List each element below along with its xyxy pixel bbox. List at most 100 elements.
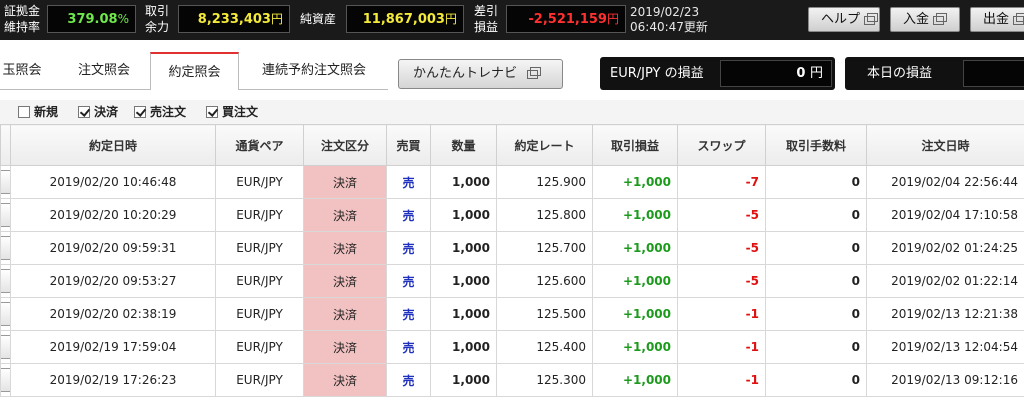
open-window-icon xyxy=(527,67,542,79)
order-type-cell: 決済 xyxy=(303,264,387,298)
row-select-button[interactable] xyxy=(1,368,10,392)
pl-cell: +1,000 xyxy=(592,231,678,265)
row-select-cell[interactable] xyxy=(0,231,11,265)
filter-row: 新規 決済 売注文 買注文 xyxy=(0,100,1024,124)
table-row[interactable]: 2019/02/20 09:53:27 EUR/JPY 決済売 1,000 125.60… xyxy=(0,264,1024,298)
filter-sell-orders[interactable]: 売注文 xyxy=(134,105,186,119)
col-order-type[interactable]: 注文区分 xyxy=(303,124,387,166)
row-select-button[interactable] xyxy=(1,236,10,260)
trading-capacity-metric: 取引 余力 8,233,403円 xyxy=(141,0,291,40)
table-row[interactable]: 2019/02/20 10:46:48 EUR/JPY 決済売 1,000 125.90… xyxy=(0,165,1024,199)
exec-time-cell: 2019/02/20 02:38:19 xyxy=(10,297,216,331)
withdraw-button[interactable]: 出金 xyxy=(970,7,1024,32)
rate-cell: 125.900 xyxy=(496,165,593,199)
net-pl-value: -2,521,159円 xyxy=(506,5,626,33)
fee-cell: 0 xyxy=(765,297,867,331)
pair-cell: EUR/JPY xyxy=(215,165,304,199)
table-row[interactable]: 2019/02/20 10:20:29 EUR/JPY 決済売 1,000 125.80… xyxy=(0,198,1024,232)
pair-cell: EUR/JPY xyxy=(215,363,304,397)
tab-orders[interactable]: 注文照会 xyxy=(68,52,140,90)
tab-executions[interactable]: 約定照会 xyxy=(150,52,239,90)
pair-pl-box: EUR/JPY の損益 0 円 xyxy=(600,57,835,90)
table-row[interactable]: 2019/02/19 17:26:23 EUR/JPY 決済売 1,000 125.30… xyxy=(0,363,1024,397)
net-assets-value: 11,867,003円 xyxy=(346,5,464,33)
order-type-cell: 決済 xyxy=(303,330,387,364)
row-select-button[interactable] xyxy=(1,335,10,359)
swap-cell: -1 xyxy=(677,363,766,397)
update-timestamp: 2019/02/23 06:40:47更新 xyxy=(630,5,708,34)
row-select-cell[interactable] xyxy=(0,330,11,364)
qty-cell: 1,000 xyxy=(430,330,497,364)
order-type-cell: 決済 xyxy=(303,297,387,331)
open-window-icon xyxy=(933,13,948,25)
col-side[interactable]: 売買 xyxy=(386,124,431,166)
col-fee[interactable]: 取引手数料 xyxy=(765,124,867,166)
checkbox-unchecked-icon[interactable] xyxy=(18,106,30,118)
order-type-cell: 決済 xyxy=(303,231,387,265)
today-pl-box: 本日の損益 xyxy=(845,57,1024,90)
col-order-time[interactable]: 注文日時 xyxy=(866,124,1024,166)
swap-cell: -7 xyxy=(677,165,766,199)
side-cell: 売 xyxy=(386,363,431,397)
fee-cell: 0 xyxy=(765,198,867,232)
order-type-cell: 決済 xyxy=(303,198,387,232)
row-select-button[interactable] xyxy=(1,269,10,293)
fee-cell: 0 xyxy=(765,264,867,298)
side-cell: 売 xyxy=(386,264,431,298)
filter-buy-orders[interactable]: 買注文 xyxy=(206,105,258,119)
table-row[interactable]: 2019/02/20 09:59:31 EUR/JPY 決済売 1,000 125.70… xyxy=(0,231,1024,265)
col-pair[interactable]: 通貨ペア xyxy=(215,124,304,166)
table-row[interactable]: 2019/02/19 17:59:04 EUR/JPY 決済売 1,000 125.40… xyxy=(0,330,1024,364)
net-pl-metric: 差引 損益 -2,521,159円 xyxy=(470,0,628,40)
swap-cell: -1 xyxy=(677,297,766,331)
order-time-cell: 2019/02/04 22:56:44 xyxy=(866,165,1024,199)
pair-cell: EUR/JPY xyxy=(215,330,304,364)
order-time-cell: 2019/02/13 09:12:16 xyxy=(866,363,1024,397)
col-exec-time[interactable]: 約定日時 xyxy=(10,124,216,166)
checkbox-checked-icon[interactable] xyxy=(206,106,218,118)
filter-new[interactable]: 新規 xyxy=(18,105,58,119)
col-swap[interactable]: スワップ xyxy=(677,124,766,166)
net-assets-label: 純資産 xyxy=(300,12,337,26)
pl-cell: +1,000 xyxy=(592,198,678,232)
row-select-button[interactable] xyxy=(1,203,10,227)
checkbox-checked-icon[interactable] xyxy=(134,106,146,118)
row-select-cell[interactable] xyxy=(0,198,11,232)
row-select-cell[interactable] xyxy=(0,363,11,397)
table-row[interactable]: 2019/02/20 02:38:19 EUR/JPY 決済売 1,000 125.50… xyxy=(0,297,1024,331)
exec-time-cell: 2019/02/20 09:59:31 xyxy=(10,231,216,265)
exec-time-cell: 2019/02/19 17:26:23 xyxy=(10,363,216,397)
exec-time-cell: 2019/02/20 10:20:29 xyxy=(10,198,216,232)
trading-capacity-label: 取引 余力 xyxy=(145,4,170,34)
easy-trainavi-button[interactable]: かんたんトレナビ xyxy=(398,59,563,89)
tab-row: 玉照会 注文照会 約定照会 連続予約注文照会 かんたんトレナビ EUR/JPY … xyxy=(0,40,1024,100)
tab-positions[interactable]: 玉照会 xyxy=(0,52,52,90)
tab-sequential-orders[interactable]: 連続予約注文照会 xyxy=(252,52,376,90)
help-button[interactable]: ヘルプ xyxy=(808,7,880,32)
rate-cell: 125.700 xyxy=(496,231,593,265)
order-time-cell: 2019/02/13 12:21:38 xyxy=(866,297,1024,331)
col-select xyxy=(0,124,11,166)
side-cell: 売 xyxy=(386,198,431,232)
qty-cell: 1,000 xyxy=(430,264,497,298)
order-type-cell: 決済 xyxy=(303,363,387,397)
col-qty[interactable]: 数量 xyxy=(430,124,497,166)
filter-settlement[interactable]: 決済 xyxy=(78,105,118,119)
pair-cell: EUR/JPY xyxy=(215,297,304,331)
pl-cell: +1,000 xyxy=(592,165,678,199)
pl-cell: +1,000 xyxy=(592,264,678,298)
col-rate[interactable]: 約定レート xyxy=(496,124,593,166)
row-select-cell[interactable] xyxy=(0,165,11,199)
row-select-button[interactable] xyxy=(1,170,10,194)
qty-cell: 1,000 xyxy=(430,363,497,397)
qty-cell: 1,000 xyxy=(430,231,497,265)
fee-cell: 0 xyxy=(765,330,867,364)
checkbox-checked-icon[interactable] xyxy=(78,106,90,118)
qty-cell: 1,000 xyxy=(430,297,497,331)
swap-cell: -5 xyxy=(677,264,766,298)
row-select-cell[interactable] xyxy=(0,297,11,331)
row-select-cell[interactable] xyxy=(0,264,11,298)
col-pl[interactable]: 取引損益 xyxy=(592,124,678,166)
deposit-button[interactable]: 入金 xyxy=(890,7,960,32)
row-select-button[interactable] xyxy=(1,302,10,326)
